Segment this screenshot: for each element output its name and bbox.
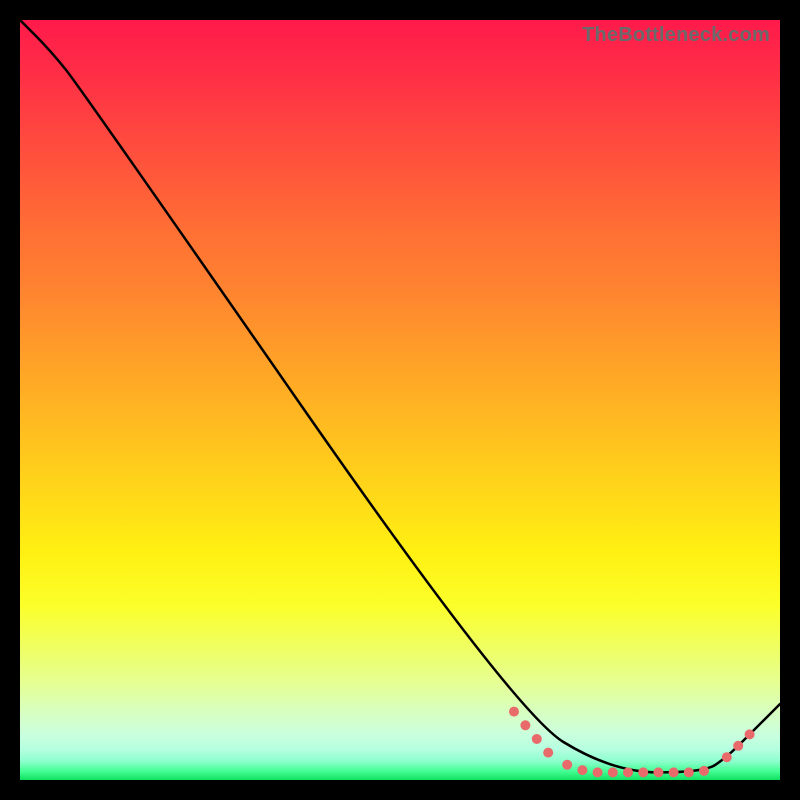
highlight-dots-group [509, 707, 755, 778]
chart-svg [20, 20, 780, 780]
highlight-dot [669, 767, 679, 777]
highlight-dot [684, 767, 694, 777]
highlight-dot [509, 707, 519, 717]
highlight-dot [532, 734, 542, 744]
highlight-dot [543, 748, 553, 758]
highlight-dot [733, 741, 743, 751]
highlight-dot [638, 767, 648, 777]
highlight-dot [562, 760, 572, 770]
highlight-dot [623, 767, 633, 777]
plot-area: TheBottleneck.com [20, 20, 780, 780]
highlight-dot [722, 752, 732, 762]
highlight-dot [745, 729, 755, 739]
highlight-dot [699, 766, 709, 776]
highlight-dot [593, 767, 603, 777]
bottleneck-curve-path [20, 20, 780, 772]
highlight-dot [608, 767, 618, 777]
highlight-dot [653, 767, 663, 777]
highlight-dot [520, 720, 530, 730]
highlight-dot [577, 765, 587, 775]
chart-frame: TheBottleneck.com [0, 0, 800, 800]
